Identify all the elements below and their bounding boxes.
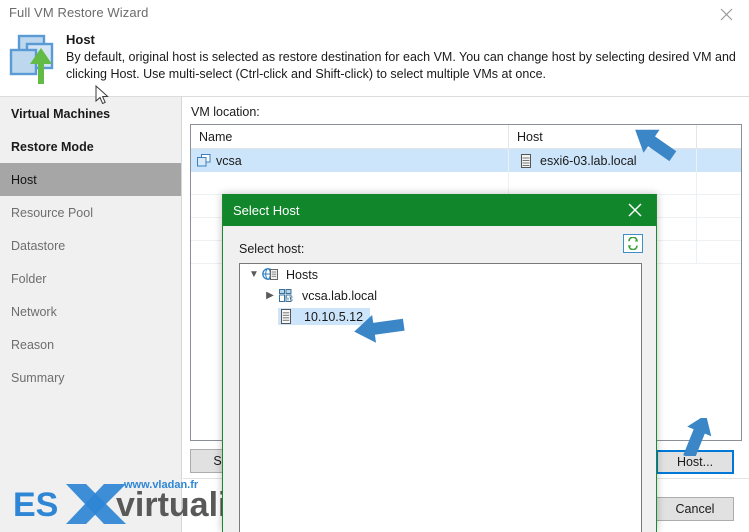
sidebar-item-resource-pool[interactable]: Resource Pool: [0, 196, 181, 229]
sidebar-item-reason[interactable]: Reason: [0, 328, 181, 361]
cell-empty: [697, 195, 741, 217]
page-title: Host: [66, 32, 95, 47]
sidebar-item-label: Resource Pool: [11, 205, 93, 220]
sidebar-item-restore-mode[interactable]: Restore Mode: [0, 130, 181, 163]
close-icon[interactable]: [614, 194, 656, 226]
chevron-down-icon[interactable]: ▼: [246, 269, 262, 280]
hosts-group-icon: [262, 267, 279, 282]
vm-location-label: VM location:: [191, 105, 260, 119]
mouse-cursor: [95, 84, 111, 107]
table-row[interactable]: vcsa esxi6-03.lab.local: [191, 149, 741, 172]
app-root: Full VM Restore Wizard Host By default, …: [0, 0, 749, 532]
sidebar-item-datastore[interactable]: Datastore: [0, 229, 181, 262]
table-row-empty: [191, 172, 741, 195]
tree-item-hosts[interactable]: ▼ Hosts: [240, 264, 641, 285]
host-button[interactable]: Host...: [656, 450, 734, 474]
sidebar-item-label: Folder: [11, 271, 47, 286]
sidebar-item-summary[interactable]: Summary: [0, 361, 181, 394]
tree-item-host-10-10-5-12[interactable]: 10.10.5.12: [240, 306, 641, 327]
select-host-dialog: Select Host Select host: ▼ Hosts ▶ VC vc…: [222, 194, 657, 532]
close-icon[interactable]: [704, 0, 749, 28]
wizard-sidebar: Virtual Machines Restore Mode Host Resou…: [0, 97, 182, 532]
tree-item-label: vcsa.lab.local: [302, 288, 378, 303]
sidebar-item-label: Host: [11, 172, 37, 187]
sidebar-item-virtual-machines[interactable]: Virtual Machines: [0, 97, 181, 130]
select-host-label: Select host:: [239, 242, 305, 256]
window-titlebar: Full VM Restore Wizard: [0, 0, 749, 28]
cell-empty: [191, 172, 509, 194]
chevron-right-icon[interactable]: ▶: [262, 290, 278, 301]
cell-empty: [697, 172, 741, 194]
vcenter-icon: VC: [278, 288, 295, 303]
sidebar-item-label: Summary: [11, 370, 65, 385]
tree-item-vcsa[interactable]: ▶ VC vcsa.lab.local: [240, 285, 641, 306]
host-tree[interactable]: ▼ Hosts ▶ VC vcsa.lab.local 10.10.5.12: [239, 263, 642, 532]
cell-empty: [697, 241, 741, 263]
sidebar-item-label: Network: [11, 304, 57, 319]
dialog-body: Select host: ▼ Hosts ▶ VC vcsa.lab.local…: [223, 226, 656, 532]
page-description: By default, original host is selected as…: [66, 50, 736, 81]
sidebar-item-label: Virtual Machines: [11, 106, 111, 121]
wizard-header: Host By default, original host is select…: [0, 28, 749, 96]
cell-extra: [697, 149, 741, 172]
dialog-titlebar: Select Host: [223, 194, 656, 226]
vm-name: vcsa: [216, 153, 242, 168]
sidebar-item-label: Restore Mode: [11, 139, 94, 154]
vm-restore-icon: [8, 34, 64, 88]
dialog-title: Select Host: [233, 202, 300, 218]
column-header-extra[interactable]: [697, 125, 741, 148]
tree-item-label: Hosts: [286, 267, 318, 282]
esxi-host-icon: [280, 309, 297, 324]
rescan-icon[interactable]: [623, 234, 643, 253]
sidebar-item-network[interactable]: Network: [0, 295, 181, 328]
cell-empty: [509, 172, 697, 194]
tree-item-label: 10.10.5.12: [304, 309, 364, 324]
cell-name: vcsa: [191, 149, 509, 172]
sidebar-item-label: Reason: [11, 337, 55, 352]
sidebar-item-folder[interactable]: Folder: [0, 262, 181, 295]
cancel-button[interactable]: Cancel: [656, 497, 734, 521]
svg-text:VC: VC: [286, 296, 293, 302]
column-header-name[interactable]: Name: [191, 125, 509, 148]
window-title: Full VM Restore Wizard: [9, 5, 149, 20]
cell-host: esxi6-03.lab.local: [509, 149, 697, 172]
column-header-host[interactable]: Host: [509, 125, 697, 148]
host-name: esxi6-03.lab.local: [540, 153, 637, 168]
vm-icon: [197, 154, 211, 167]
cell-empty: [697, 218, 741, 240]
esxi-host-icon: [521, 153, 531, 168]
sidebar-item-host[interactable]: Host: [0, 163, 181, 196]
table-header-row: Name Host: [191, 125, 741, 149]
sidebar-item-label: Datastore: [11, 238, 66, 253]
